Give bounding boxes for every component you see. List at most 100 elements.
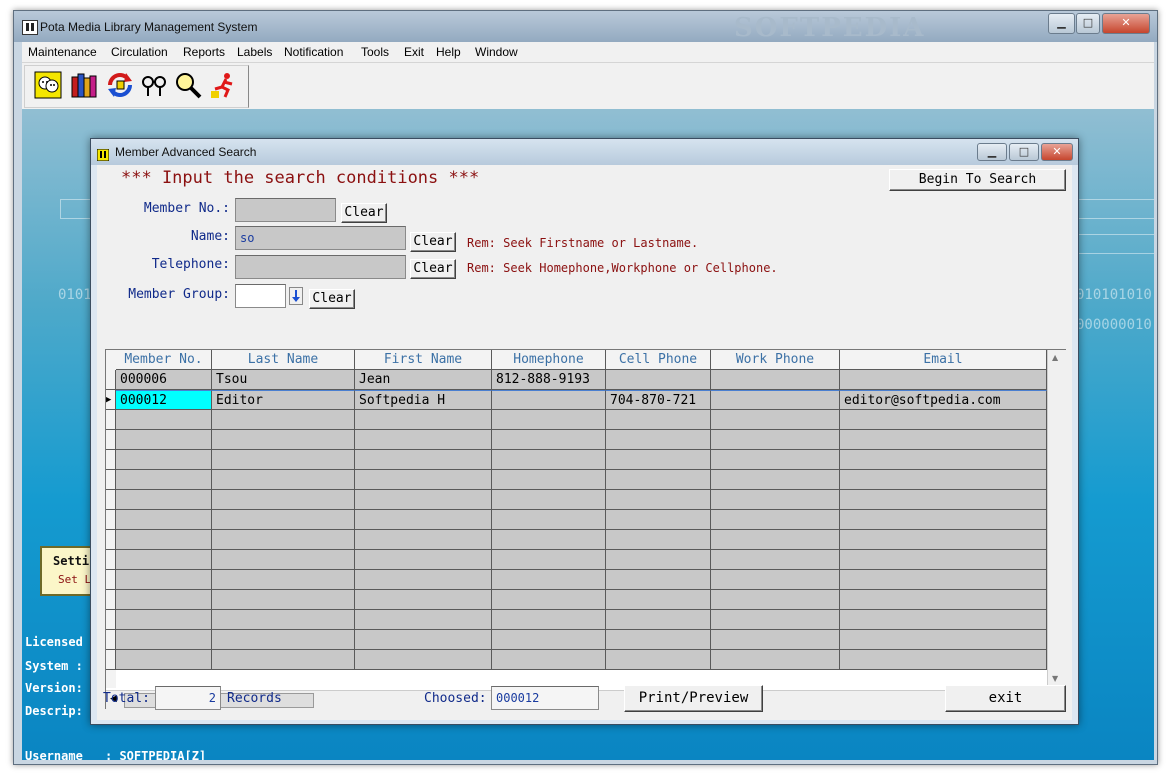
column-header[interactable]: Member No.	[116, 350, 212, 370]
column-header[interactable]: Last Name	[212, 350, 355, 370]
table-cell[interactable]	[711, 510, 840, 530]
table-cell[interactable]	[355, 450, 492, 470]
table-cell[interactable]	[492, 570, 606, 590]
table-cell[interactable]	[840, 610, 1047, 630]
table-cell[interactable]	[212, 470, 355, 490]
row-indicator[interactable]	[106, 450, 116, 470]
table-cell[interactable]	[492, 410, 606, 430]
table-cell[interactable]	[840, 530, 1047, 550]
table-cell[interactable]	[212, 610, 355, 630]
search-magnifier-icon[interactable]	[174, 71, 202, 99]
table-cell[interactable]	[492, 490, 606, 510]
table-cell[interactable]	[711, 470, 840, 490]
table-cell[interactable]: editor@softpedia.com	[840, 390, 1047, 410]
table-cell[interactable]	[606, 590, 711, 610]
table-cell[interactable]	[355, 530, 492, 550]
table-cell[interactable]: Jean	[355, 370, 492, 390]
menu-notification[interactable]: Notification	[284, 45, 343, 59]
table-cell[interactable]	[840, 510, 1047, 530]
table-cell[interactable]	[212, 510, 355, 530]
table-cell[interactable]	[116, 650, 212, 670]
table-cell[interactable]	[711, 410, 840, 430]
table-cell[interactable]: 000006	[116, 370, 212, 390]
table-cell[interactable]	[212, 550, 355, 570]
table-cell[interactable]	[116, 490, 212, 510]
begin-search-button[interactable]: Begin To Search	[889, 169, 1066, 191]
table-cell[interactable]: 000012	[116, 390, 212, 410]
row-indicator[interactable]	[106, 590, 116, 610]
table-cell[interactable]	[606, 610, 711, 630]
table-cell[interactable]	[116, 630, 212, 650]
table-cell[interactable]	[840, 490, 1047, 510]
table-cell[interactable]	[711, 610, 840, 630]
name-clear-button[interactable]: Clear	[410, 232, 456, 252]
print-preview-button[interactable]: Print/Preview	[624, 685, 763, 712]
table-cell[interactable]	[606, 630, 711, 650]
table-cell[interactable]	[711, 430, 840, 450]
table-cell[interactable]	[116, 510, 212, 530]
row-indicator[interactable]	[106, 430, 116, 450]
table-cell[interactable]	[116, 470, 212, 490]
table-cell[interactable]	[355, 610, 492, 630]
column-header[interactable]: Cell Phone	[606, 350, 711, 370]
table-cell[interactable]	[711, 550, 840, 570]
table-cell[interactable]	[840, 430, 1047, 450]
table-cell[interactable]	[711, 490, 840, 510]
table-cell[interactable]	[606, 370, 711, 390]
table-cell[interactable]	[492, 550, 606, 570]
table-cell[interactable]	[212, 650, 355, 670]
table-cell[interactable]	[492, 510, 606, 530]
table-cell[interactable]	[355, 510, 492, 530]
menu-maintenance[interactable]: Maintenance	[28, 45, 97, 59]
table-cell[interactable]	[355, 570, 492, 590]
table-cell[interactable]	[711, 450, 840, 470]
table-cell[interactable]: 704-870-721	[606, 390, 711, 410]
table-cell[interactable]	[116, 450, 212, 470]
table-cell[interactable]	[355, 650, 492, 670]
table-cell[interactable]	[492, 450, 606, 470]
menu-circulation[interactable]: Circulation	[111, 45, 168, 59]
row-indicator[interactable]	[106, 510, 116, 530]
table-cell[interactable]	[355, 470, 492, 490]
menu-labels[interactable]: Labels	[237, 45, 272, 59]
maximize-button[interactable]: □	[1076, 13, 1100, 34]
dialog-close-button[interactable]: ✕	[1041, 143, 1073, 161]
table-cell[interactable]	[492, 590, 606, 610]
table-cell[interactable]	[711, 650, 840, 670]
books-icon[interactable]	[70, 71, 98, 99]
table-cell[interactable]	[840, 650, 1047, 670]
table-cell[interactable]: 812-888-9193	[492, 370, 606, 390]
row-indicator[interactable]	[106, 370, 116, 390]
row-indicator[interactable]	[106, 470, 116, 490]
row-indicator[interactable]	[106, 550, 116, 570]
table-cell[interactable]	[212, 430, 355, 450]
table-cell[interactable]	[116, 550, 212, 570]
table-cell[interactable]: Editor	[212, 390, 355, 410]
table-cell[interactable]	[116, 410, 212, 430]
row-indicator[interactable]	[106, 570, 116, 590]
minimize-button[interactable]: ▁	[1048, 13, 1075, 34]
row-indicator[interactable]	[106, 410, 116, 430]
table-cell[interactable]	[711, 570, 840, 590]
exit-button[interactable]: exit	[945, 685, 1066, 712]
vertical-scrollbar[interactable]: ▲ ▼	[1047, 350, 1066, 690]
table-cell[interactable]	[116, 430, 212, 450]
table-cell[interactable]	[355, 590, 492, 610]
table-cell[interactable]	[492, 630, 606, 650]
table-cell[interactable]	[492, 610, 606, 630]
menu-reports[interactable]: Reports	[183, 45, 225, 59]
table-cell[interactable]	[606, 570, 711, 590]
table-cell[interactable]	[840, 470, 1047, 490]
table-cell[interactable]	[212, 450, 355, 470]
table-cell[interactable]	[606, 430, 711, 450]
menu-window[interactable]: Window	[475, 45, 518, 59]
table-cell[interactable]	[711, 530, 840, 550]
table-cell[interactable]	[840, 370, 1047, 390]
table-cell[interactable]	[116, 530, 212, 550]
member-group-select[interactable]	[235, 284, 286, 308]
member-group-dropdown-button[interactable]	[289, 287, 303, 305]
table-cell[interactable]	[212, 530, 355, 550]
telephone-input[interactable]	[235, 255, 406, 279]
table-cell[interactable]	[606, 530, 711, 550]
row-indicator[interactable]	[106, 530, 116, 550]
